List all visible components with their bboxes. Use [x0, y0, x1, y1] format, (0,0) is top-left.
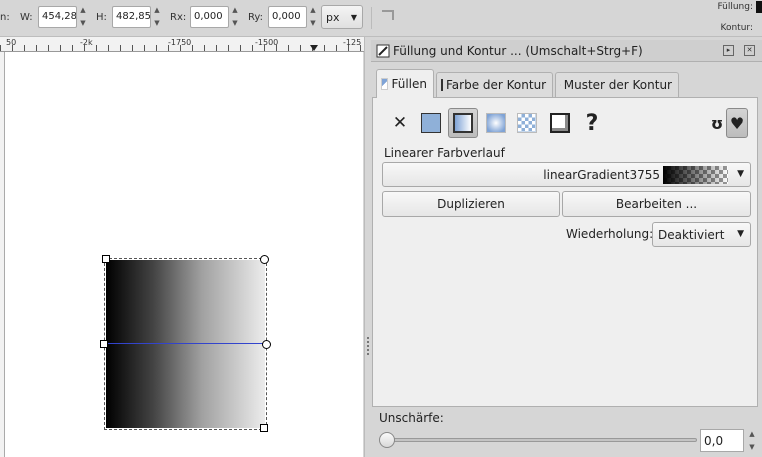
width-input[interactable]: 454,286: [38, 6, 77, 28]
height-stepper[interactable]: ▲ ▼: [152, 6, 162, 28]
ruler-cursor-marker: [310, 45, 318, 51]
rx-input[interactable]: 0,000: [190, 6, 229, 28]
duplicate-button[interactable]: Duplizieren: [382, 191, 560, 217]
x-label: n:: [0, 12, 10, 23]
height-label: H:: [96, 12, 107, 23]
evenodd-icon: ʊ: [710, 113, 724, 133]
horizontal-ruler[interactable]: 50 -2k -1750 -1500 -125: [0, 37, 364, 52]
tool-controls-bar: n: W: 454,286 ▲▼ H: 482,857 ▲▼ Rx: 0,000…: [0, 0, 762, 37]
blur-slider-track[interactable]: [384, 438, 697, 442]
gradient-end-handle[interactable]: [262, 340, 271, 349]
blur-label: Unschärfe:: [379, 411, 444, 425]
fill-rule-nonzero-button[interactable]: ♥: [726, 108, 748, 138]
gradient-start-handle[interactable]: [100, 340, 108, 348]
brush-icon: [376, 44, 390, 58]
stroke-paint-tab-icon: [441, 79, 443, 91]
swatch-icon: [550, 113, 570, 133]
blur-input[interactable]: 0,0: [700, 429, 744, 452]
panel-splitter[interactable]: [364, 37, 371, 457]
linear-gradient-button[interactable]: [448, 108, 478, 138]
toolbar-divider: [371, 7, 372, 29]
rx-stepper[interactable]: ▲ ▼: [230, 6, 240, 28]
unset-paint-icon: ?: [585, 110, 599, 136]
tab-stroke-paint-label: Farbe der Kontur: [446, 78, 547, 92]
rx-label: Rx:: [170, 12, 187, 23]
tab-fill[interactable]: Füllen: [376, 69, 434, 98]
ry-label: Ry:: [248, 12, 263, 23]
nonzero-icon: ♥: [729, 113, 745, 133]
chevron-down-icon: ▼: [737, 169, 744, 179]
unit-select[interactable]: px ▼: [321, 5, 363, 29]
tab-stroke-style-label: Muster der Kontur: [563, 78, 672, 92]
stroke-indicator-label: Kontur:: [720, 23, 753, 33]
repeat-select[interactable]: Deaktiviert ▼: [652, 222, 751, 247]
flat-color-button[interactable]: [416, 108, 446, 138]
ry-input[interactable]: 0,000: [268, 6, 307, 28]
width-stepper[interactable]: ▲ ▼: [78, 6, 88, 28]
repeat-value: Deaktiviert: [658, 228, 725, 242]
swatch-button[interactable]: [545, 108, 575, 138]
fill-indicator-label: Füllung:: [717, 2, 753, 12]
stroke-style-tab-icon: [560, 84, 561, 86]
chevron-down-icon: ▼: [350, 13, 357, 22]
chevron-down-icon: ▼: [737, 229, 744, 239]
width-label: W:: [20, 12, 33, 23]
ry-stepper[interactable]: ▲ ▼: [308, 6, 318, 28]
fill-tab-panel: [372, 97, 758, 407]
repeat-label: Wiederholung:: [566, 227, 654, 241]
radial-gradient-button[interactable]: [481, 108, 511, 138]
selection-bounding-box: [104, 258, 267, 430]
blur-stepper[interactable]: ▲ ▼: [746, 429, 758, 452]
flat-color-icon: [421, 113, 441, 133]
dock-iconify-icon[interactable]: ▸: [723, 45, 734, 56]
gradient-corner-handle[interactable]: [102, 255, 110, 263]
unset-paint-button[interactable]: ?: [577, 108, 607, 138]
tab-stroke-style[interactable]: Muster der Kontur: [555, 72, 679, 98]
edit-gradient-button[interactable]: Bearbeiten ...: [562, 191, 751, 217]
pattern-button[interactable]: [512, 108, 542, 138]
no-paint-icon: ✕: [392, 113, 408, 133]
tab-stroke-paint[interactable]: Farbe der Kontur: [436, 72, 553, 98]
gradient-preview: [663, 166, 728, 184]
pattern-icon: [517, 113, 537, 133]
unit-value: px: [326, 11, 340, 24]
fill-tab-icon: [381, 78, 389, 90]
close-icon[interactable]: ✕: [744, 45, 755, 56]
gradient-vector-line[interactable]: [106, 343, 266, 344]
tab-fill-label: Füllen: [391, 77, 427, 91]
blur-slider-handle[interactable]: [379, 432, 395, 448]
height-input[interactable]: 482,857: [112, 6, 151, 28]
gradient-corner-handle[interactable]: [260, 255, 269, 264]
rounded-corner-reset-icon[interactable]: [382, 10, 394, 20]
radial-gradient-icon: [486, 113, 506, 133]
gradient-corner-handle[interactable]: [260, 424, 268, 432]
gradient-name: linearGradient3755: [543, 168, 660, 182]
no-paint-button[interactable]: ✕: [385, 108, 415, 138]
linear-gradient-icon: [453, 113, 473, 133]
dock-title-bar: Füllung und Kontur ... (Umschalt+Strg+F)…: [371, 40, 762, 62]
dock-title: Füllung und Kontur ... (Umschalt+Strg+F): [393, 44, 643, 58]
fill-indicator-swatch[interactable]: [756, 1, 762, 13]
gradient-type-label: Linearer Farbverlauf: [384, 146, 505, 160]
